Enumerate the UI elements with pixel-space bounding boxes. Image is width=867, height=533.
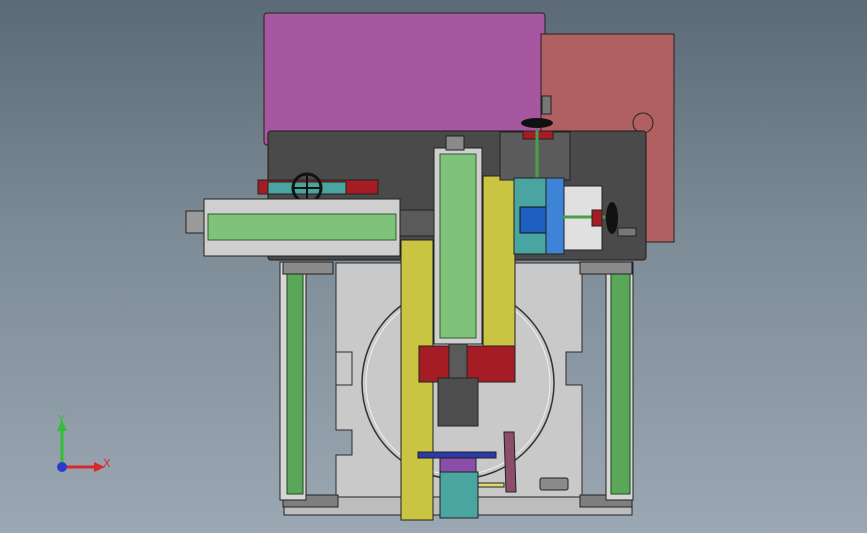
cylinder-rod — [399, 209, 435, 237]
lever-arm[interactable] — [503, 431, 517, 493]
small-slot — [539, 477, 569, 491]
magenta-panel[interactable] — [263, 12, 546, 146]
top-handwheel-icon[interactable] — [521, 118, 553, 128]
clamp-shaft — [448, 343, 468, 383]
yellow-upright[interactable] — [482, 175, 516, 347]
right-red-tab — [591, 209, 603, 227]
right-knob — [617, 227, 637, 237]
assembly-model[interactable] — [0, 0, 867, 533]
left-rail-top-block — [282, 261, 334, 275]
left-rail[interactable] — [286, 271, 304, 495]
blue-block[interactable] — [519, 206, 547, 234]
coordinate-triad — [57, 420, 105, 472]
right-handwheel-icon[interactable] — [606, 202, 618, 234]
bottom-plate[interactable] — [417, 451, 497, 459]
cylinder-end-cap — [185, 210, 205, 234]
gripper-body[interactable] — [437, 377, 479, 427]
blue-side-plate[interactable] — [545, 177, 565, 255]
vertical-cylinder-body — [439, 153, 477, 339]
cad-viewport[interactable]: Y X — [0, 0, 867, 533]
vertical-cylinder-cap — [445, 135, 465, 151]
panel-hole — [632, 112, 654, 134]
teal-fixture[interactable] — [439, 471, 479, 519]
horizontal-cylinder-body — [207, 213, 397, 241]
top-knob — [541, 95, 552, 115]
y-axis-label: Y — [58, 413, 65, 426]
purple-jig — [439, 457, 477, 473]
x-axis-label: X — [103, 457, 111, 470]
right-rail[interactable] — [610, 271, 631, 495]
fixture-pin — [477, 482, 505, 488]
right-rail-top-block — [579, 261, 633, 275]
